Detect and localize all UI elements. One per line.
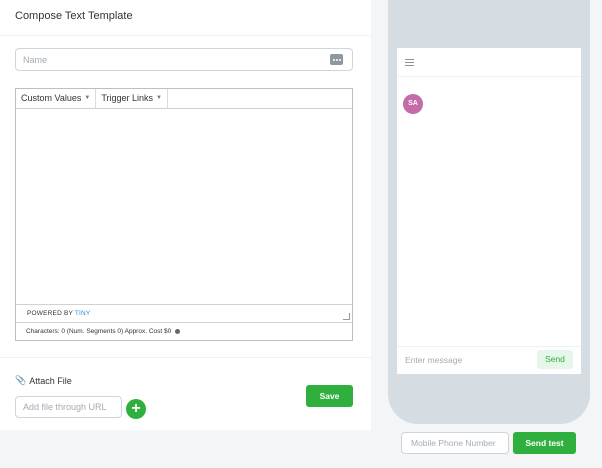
resize-handle[interactable]: [343, 313, 350, 320]
editor-toolbar: Custom Values ▼ Trigger Links ▼: [16, 89, 352, 109]
phone-header: [397, 48, 581, 77]
attach-file-label: 📎 Attach File: [15, 375, 72, 386]
phone-screen: SA Enter message Send: [397, 48, 581, 374]
message-input[interactable]: Enter message: [405, 355, 462, 365]
mobile-phone-field[interactable]: [401, 432, 509, 454]
send-button[interactable]: Send: [537, 350, 573, 369]
editor-content-area[interactable]: [16, 109, 352, 304]
paperclip-icon: 📎: [15, 375, 27, 385]
name-field[interactable]: [15, 48, 353, 71]
file-url-input[interactable]: [16, 397, 121, 417]
custom-values-label: Custom Values: [21, 93, 82, 103]
compose-panel: Compose Text Template Custom Values ▼ Tr…: [0, 0, 371, 430]
send-test-button[interactable]: Send test: [513, 432, 576, 454]
divider: [0, 35, 371, 36]
message-bar: Enter message Send: [397, 346, 581, 374]
divider: [0, 357, 371, 358]
info-icon[interactable]: [175, 328, 181, 334]
hamburger-menu-icon[interactable]: [405, 59, 414, 68]
powered-by-text: POWERED BY: [27, 310, 73, 317]
save-button[interactable]: Save: [306, 385, 353, 407]
avatar: SA: [403, 94, 423, 114]
tiny-link[interactable]: TINY: [75, 310, 91, 317]
name-input[interactable]: [16, 49, 316, 70]
more-dots-icon[interactable]: [330, 54, 343, 65]
chevron-down-icon: ▼: [84, 95, 91, 101]
trigger-links-dropdown[interactable]: Trigger Links ▼: [96, 89, 168, 108]
trigger-links-label: Trigger Links: [101, 93, 153, 103]
chevron-down-icon: ▼: [156, 95, 162, 101]
add-file-button[interactable]: +: [126, 399, 146, 419]
character-count: Characters: 0 (Num. Segments 0) Approx. …: [16, 322, 352, 340]
attach-file-text: Attach File: [29, 375, 72, 386]
character-count-text: Characters: 0 (Num. Segments 0) Approx. …: [26, 328, 172, 335]
text-editor: Custom Values ▼ Trigger Links ▼ POWERED …: [15, 88, 353, 341]
mobile-phone-input[interactable]: [402, 433, 508, 453]
file-url-field[interactable]: [15, 396, 122, 418]
custom-values-dropdown[interactable]: Custom Values ▼: [16, 89, 97, 108]
editor-status-bar: POWERED BY TINY: [16, 304, 352, 322]
page-title: Compose Text Template: [15, 10, 133, 22]
